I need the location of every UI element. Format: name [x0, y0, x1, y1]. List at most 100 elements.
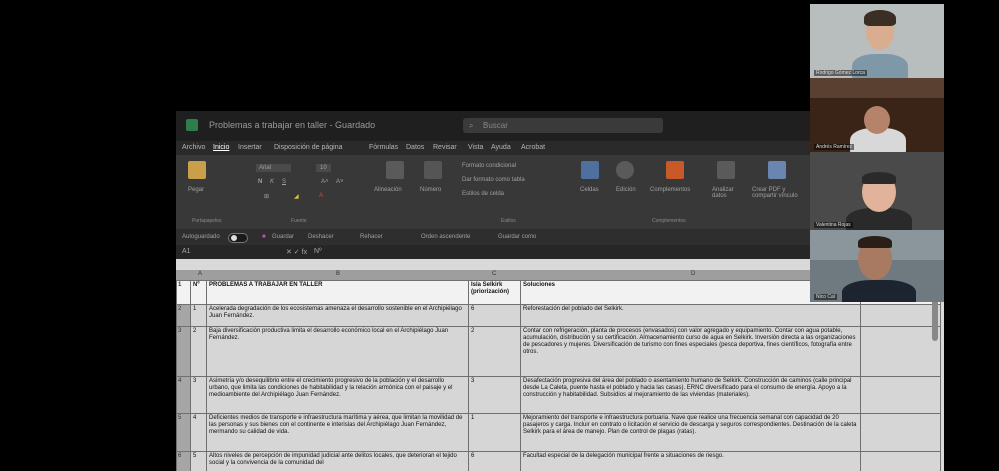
percent-icon[interactable]: [424, 161, 442, 179]
cell-isla[interactable]: 6: [468, 304, 521, 327]
search-placeholder: Buscar: [483, 121, 508, 130]
row-number[interactable]: 5: [176, 413, 191, 452]
row-number[interactable]: 2: [176, 304, 191, 327]
cell-solution[interactable]: Desafectación progresiva del área del po…: [520, 376, 861, 414]
complements-label: Complementos: [650, 187, 691, 193]
empty-cell[interactable]: [860, 376, 941, 414]
fill-color-icon[interactable]: ◢: [294, 193, 299, 200]
underline-button[interactable]: S: [282, 179, 286, 185]
tab-revisar[interactable]: Revisar: [433, 144, 457, 151]
col-header-b[interactable]: B: [336, 271, 340, 277]
search-editing-icon[interactable]: [616, 161, 634, 179]
cell-problem[interactable]: Acelerada degradación de los ecosistemas…: [206, 304, 469, 327]
save-icon[interactable]: ■: [262, 234, 266, 240]
formula-input[interactable]: Nº: [314, 248, 322, 255]
save-as-button[interactable]: Guardar como: [498, 234, 536, 240]
italic-button[interactable]: K: [270, 179, 274, 185]
autosave-label: Autoguardado: [182, 234, 220, 240]
table-row: 6 5 Altos niveles de percepción de impun…: [176, 451, 941, 471]
alignment-label: Alineación: [374, 187, 402, 193]
empty-cell[interactable]: [860, 413, 941, 452]
cell-solution[interactable]: Facultad especial de la delegación munic…: [520, 451, 861, 471]
participant-face: [864, 106, 890, 134]
analyze-data-icon[interactable]: [717, 161, 735, 179]
row-number[interactable]: 6: [176, 451, 191, 471]
cell-solution[interactable]: Reforestación del poblado del Selkirk.: [520, 304, 861, 327]
cells-icon[interactable]: [581, 161, 599, 179]
cell-num[interactable]: 1: [190, 304, 207, 327]
save-button[interactable]: Guardar: [272, 234, 294, 240]
cell-problem[interactable]: Asimetría y/o desequilibrio entre el cre…: [206, 376, 469, 414]
cell-isla[interactable]: 6: [468, 451, 521, 471]
alignment-icon[interactable]: [386, 161, 404, 179]
tab-archivo[interactable]: Archivo: [182, 144, 205, 151]
header-isla[interactable]: Isla Selkirk (priorización): [468, 280, 521, 305]
redo-button[interactable]: Rehacer: [360, 234, 383, 240]
tab-inicio[interactable]: Inicio: [213, 144, 229, 151]
participant-hair: [858, 236, 892, 248]
cell-solution[interactable]: Mejoramiento del transporte e infraestru…: [520, 413, 861, 452]
search-input[interactable]: ⌕ Buscar: [463, 118, 663, 133]
cell-isla[interactable]: 1: [468, 413, 521, 452]
excel-logo-icon: [186, 119, 198, 131]
cell-problem[interactable]: Baja diversificación productiva limita e…: [206, 326, 469, 377]
empty-cell[interactable]: [860, 326, 941, 377]
cell-styles-button[interactable]: Estilos de celda: [462, 191, 504, 197]
group-clipboard-label: Portapapeles: [192, 218, 222, 224]
cell-solution[interactable]: Contar con refrigeración, planta de proc…: [520, 326, 861, 377]
cell-num[interactable]: 5: [190, 451, 207, 471]
font-shrink-icon[interactable]: A˅: [336, 179, 344, 185]
autosave-toggle[interactable]: [228, 233, 248, 243]
header-problems[interactable]: PROBLEMAS A TRABAJAR EN TALLER: [206, 280, 469, 305]
tab-formulas[interactable]: Fórmulas: [369, 144, 398, 151]
cell-isla[interactable]: 3: [468, 376, 521, 414]
name-box[interactable]: A1: [182, 248, 191, 255]
create-pdf-label: Crear PDF y compartir vínculo: [752, 187, 798, 199]
editing-label: Edición: [616, 187, 636, 193]
participant-tile-1[interactable]: Rodrigo Gómez Lorca: [810, 4, 944, 78]
cell-num[interactable]: 4: [190, 413, 207, 452]
sort-ascending-button[interactable]: Orden ascendente: [421, 234, 470, 240]
bold-button[interactable]: N: [258, 179, 262, 185]
table-row: 4 3 Asimetría y/o desequilibrio entre el…: [176, 376, 941, 414]
borders-icon[interactable]: ⊞: [264, 193, 269, 200]
create-pdf-icon[interactable]: [768, 161, 786, 179]
col-header-c[interactable]: C: [492, 271, 496, 277]
col-header-a[interactable]: A: [198, 271, 202, 277]
cell-num[interactable]: 2: [190, 326, 207, 377]
tab-vista[interactable]: Vista: [468, 144, 483, 151]
undo-button[interactable]: Deshacer: [308, 234, 334, 240]
participant-tile-2[interactable]: Andrés Ramírez: [810, 78, 944, 152]
row-number[interactable]: 1: [176, 280, 191, 305]
complements-icon[interactable]: [666, 161, 684, 179]
cell-isla[interactable]: 2: [468, 326, 521, 377]
tab-ayuda[interactable]: Ayuda: [491, 144, 511, 151]
tab-insertar[interactable]: Insertar: [238, 144, 262, 151]
empty-cell[interactable]: [860, 304, 941, 327]
room-background: [810, 78, 944, 98]
conditional-format-button[interactable]: Formato condicional: [462, 163, 516, 169]
font-name-select[interactable]: Arial: [256, 164, 292, 172]
search-icon: ⌕: [469, 121, 474, 130]
font-grow-icon[interactable]: A˄: [321, 179, 329, 185]
cell-problem[interactable]: Altos niveles de percepción de impunidad…: [206, 451, 469, 471]
font-color-icon[interactable]: A: [319, 193, 323, 199]
cell-num[interactable]: 3: [190, 376, 207, 414]
paste-icon[interactable]: [188, 161, 206, 179]
tab-datos[interactable]: Datos: [406, 144, 424, 151]
font-size-select[interactable]: 10: [316, 164, 331, 172]
row-number[interactable]: 3: [176, 326, 191, 377]
group-complements-label: Complementos: [652, 218, 686, 224]
tab-disposicion[interactable]: Disposición de página: [274, 144, 343, 151]
spreadsheet-grid: 1 Nº PROBLEMAS A TRABAJAR EN TALLER Isla…: [176, 280, 941, 471]
col-header-d[interactable]: D: [691, 271, 695, 277]
participant-tile-4[interactable]: Nico Cal: [810, 230, 944, 302]
tab-acrobat[interactable]: Acrobat: [521, 144, 545, 151]
row-number[interactable]: 4: [176, 376, 191, 414]
cell-problem[interactable]: Deficientes medios de transporte e infra…: [206, 413, 469, 452]
participant-tile-3[interactable]: Valentina Rojas: [810, 152, 944, 230]
participant-name: Valentina Rojas: [814, 222, 853, 228]
header-num[interactable]: Nº: [190, 280, 207, 305]
format-table-button[interactable]: Dar formato como tabla: [462, 177, 525, 183]
empty-cell[interactable]: [860, 451, 941, 471]
